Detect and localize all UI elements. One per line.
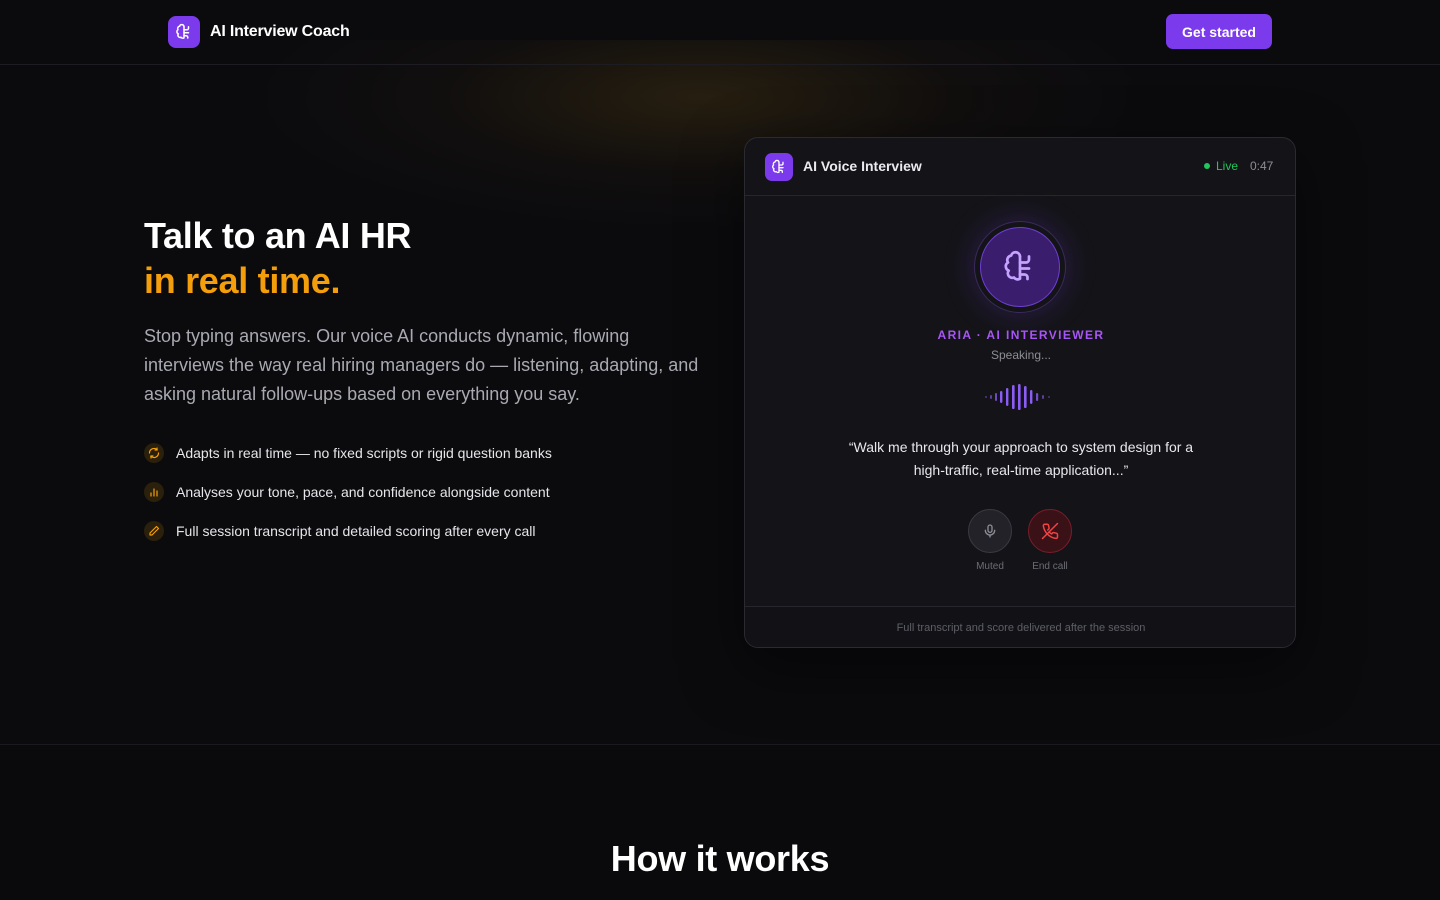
feature-text: Analyses your tone, pace, and confidence… (176, 484, 550, 500)
feature-text: Adapts in real time — no fixed scripts o… (176, 445, 552, 461)
feature-text: Full session transcript and detailed sco… (176, 523, 536, 539)
bar-chart-icon (144, 482, 164, 502)
interviewer-avatar (974, 221, 1066, 313)
brand[interactable]: AI Interview Coach (168, 16, 350, 48)
interviewer-label: ARIA · AI INTERVIEWER (937, 328, 1105, 342)
brand-name: AI Interview Coach (210, 23, 350, 40)
hero-description: Stop typing answers. Our voice AI conduc… (144, 326, 699, 404)
card-header: AI Voice Interview Live 0:47 (745, 138, 1295, 196)
mute-control: Muted (968, 509, 1012, 572)
live-label: Live (1216, 159, 1239, 173)
microphone-icon (984, 524, 996, 538)
voice-waveform-icon (985, 384, 1050, 410)
end-call-button[interactable] (1028, 509, 1072, 553)
hero-title: Talk to an AI HR in real time. (144, 213, 412, 303)
live-indicator: Live (1204, 159, 1238, 173)
refresh-icon (144, 443, 164, 463)
hero-title-line2: in real time. (144, 260, 341, 301)
speaking-status: Speaking... (990, 348, 1052, 362)
top-nav: AI Interview Coach Get started (0, 0, 1440, 65)
feature-item: Adapts in real time — no fixed scripts o… (144, 441, 552, 465)
live-dot-icon (1204, 163, 1210, 169)
feature-item: Analyses your tone, pace, and confidence… (144, 480, 552, 504)
feature-item: Full session transcript and detailed sco… (144, 519, 552, 543)
card-title: AI Voice Interview (803, 158, 922, 174)
brain-icon (765, 153, 793, 181)
pen-icon (144, 521, 164, 541)
interviewer-question: “Walk me through your approach to system… (848, 439, 1194, 478)
how-it-works-title: How it works (610, 838, 830, 879)
end-call-label: End call (1032, 561, 1068, 572)
mute-label: Muted (976, 561, 1004, 572)
feature-list: Adapts in real time — no fixed scripts o… (144, 441, 552, 558)
get-started-button[interactable]: Get started (1166, 14, 1272, 49)
brain-logo-icon (168, 16, 200, 48)
mute-button[interactable] (968, 509, 1012, 553)
brain-avatar-icon (1004, 250, 1031, 281)
avatar (980, 227, 1060, 307)
call-timer: 0:47 (1250, 159, 1274, 173)
voice-interview-card: AI Voice Interview Live 0:47 ARIA · AI I… (744, 137, 1296, 648)
phone-off-icon (1041, 522, 1059, 540)
hero-title-line1: Talk to an AI HR (144, 215, 412, 256)
end-call-control: End call (1028, 509, 1072, 572)
card-footer: Full transcript and score delivered afte… (745, 606, 1295, 647)
